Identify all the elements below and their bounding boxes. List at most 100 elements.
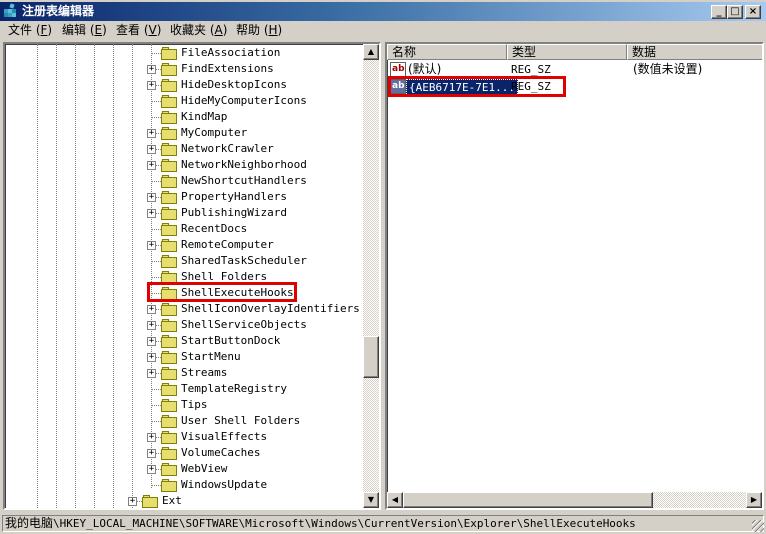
folder-icon [161, 159, 177, 172]
minimize-button[interactable]: _ [711, 5, 727, 19]
expand-icon[interactable]: + [147, 433, 156, 442]
expand-icon[interactable]: + [147, 305, 156, 314]
tree-item-label: FindExtensions [181, 62, 274, 75]
tree-item-label: SharedTaskScheduler [181, 254, 307, 267]
menu-bar: 文件 (F) 编辑 (E) 查看 (V) 收藏夹 (A) 帮助 (H) [0, 21, 766, 40]
tree-item[interactable]: + NetworkNeighborhood [5, 157, 363, 173]
menu-view[interactable]: 查看 (V) [116, 23, 161, 38]
menu-edit-label: 编辑 [62, 23, 87, 37]
title-bar[interactable]: 注册表编辑器 _ □ × [0, 0, 766, 21]
tree-vertical-scrollbar[interactable]: ▲ ▼ [363, 44, 379, 508]
column-data-header[interactable]: 数据 [627, 44, 762, 60]
expand-icon[interactable]: + [147, 145, 156, 154]
tree-connector [151, 485, 161, 486]
scroll-up-button[interactable]: ▲ [363, 44, 379, 60]
tree-item[interactable]: + Streams [5, 365, 363, 381]
tree-item[interactable]: + VolumeCaches [5, 445, 363, 461]
column-name-header[interactable]: 名称 [387, 44, 507, 60]
tree-item[interactable]: User Shell Folders [5, 413, 363, 429]
menu-favorites[interactable]: 收藏夹 (A) [170, 23, 227, 38]
scroll-right-button[interactable]: ▶ [746, 492, 762, 508]
tree-item[interactable]: RecentDocs [5, 221, 363, 237]
menu-help-accel: H [268, 23, 278, 37]
tree-item[interactable]: SharedTaskScheduler [5, 253, 363, 269]
tree-item[interactable]: NewShortcutHandlers [5, 173, 363, 189]
tree-item[interactable]: Tips [5, 397, 363, 413]
tree-item[interactable]: + PropertyHandlers [5, 189, 363, 205]
expand-icon[interactable]: + [147, 241, 156, 250]
menu-help[interactable]: 帮助 (H) [236, 23, 282, 38]
tree-item[interactable]: + StartButtonDock [5, 333, 363, 349]
tree-connector [151, 405, 161, 406]
tree-item[interactable]: + PublishingWizard [5, 205, 363, 221]
folder-icon [161, 415, 177, 428]
expand-icon[interactable]: + [147, 465, 156, 474]
tree-item-label: User Shell Folders [181, 414, 301, 427]
tree-connector [151, 53, 161, 54]
expand-icon[interactable]: + [128, 497, 137, 506]
folder-icon [161, 175, 177, 188]
menu-edit[interactable]: 编辑 (E) [62, 23, 107, 38]
scroll-thumb[interactable] [403, 492, 653, 508]
tree-item[interactable]: + StartMenu [5, 349, 363, 365]
close-button[interactable]: × [745, 5, 761, 19]
folder-icon [161, 367, 177, 380]
tree-item[interactable]: TemplateRegistry [5, 381, 363, 397]
column-type-header[interactable]: 类型 [507, 44, 627, 60]
scroll-down-button[interactable]: ▼ [363, 492, 379, 508]
expand-icon[interactable]: + [147, 209, 156, 218]
folder-icon [161, 351, 177, 364]
folder-icon [142, 495, 158, 508]
tree-item[interactable]: + MyComputer [5, 125, 363, 141]
tree-item[interactable]: FileAssociation [5, 45, 363, 61]
expand-icon[interactable]: + [147, 161, 156, 170]
tree-item[interactable]: + ShellServiceObjects [5, 317, 363, 333]
folder-icon [161, 111, 177, 124]
tree-item-label: VolumeCaches [181, 446, 261, 459]
tree-item[interactable]: + VisualEffects [5, 429, 363, 445]
folder-icon [161, 127, 177, 140]
tree-item-label: Ext [162, 494, 182, 507]
expand-icon[interactable]: + [147, 449, 156, 458]
menu-file-accel: F [40, 23, 48, 37]
expand-icon[interactable]: + [147, 65, 156, 74]
tree-item[interactable]: KindMap [5, 109, 363, 125]
folder-icon [161, 399, 177, 412]
tree-item-label: NetworkCrawler [181, 142, 274, 155]
status-path: 我的电脑\HKEY_LOCAL_MACHINE\SOFTWARE\Microso… [2, 515, 764, 532]
folder-icon [161, 223, 177, 236]
menu-file[interactable]: 文件 (F) [8, 23, 52, 38]
maximize-button[interactable]: □ [727, 5, 743, 19]
registry-tree[interactable]: FileAssociation + FindExtensions + HideDeskt… [3, 42, 381, 510]
expand-icon[interactable]: + [147, 193, 156, 202]
tree-connector [151, 117, 161, 118]
menu-view-label: 查看 [116, 23, 141, 37]
tree-item-ext[interactable]: + Ext [5, 493, 363, 508]
scroll-left-button[interactable]: ◀ [387, 492, 403, 508]
expand-icon[interactable]: + [147, 321, 156, 330]
tree-item[interactable]: + ShellIconOverlayIdentifiers [5, 301, 363, 317]
tree-item-label: ShellIconOverlayIdentifiers [181, 302, 360, 315]
tree-item[interactable]: + HideDesktopIcons [5, 77, 363, 93]
tree-item[interactable]: + WebView [5, 461, 363, 477]
tree-item[interactable]: + FindExtensions [5, 61, 363, 77]
folder-icon [161, 479, 177, 492]
tree-item[interactable]: HideMyComputerIcons [5, 93, 363, 109]
tree-item[interactable]: + NetworkCrawler [5, 141, 363, 157]
expand-icon[interactable]: + [147, 353, 156, 362]
menu-edit-accel: E [94, 23, 103, 37]
values-list[interactable]: 名称 类型 数据 ab (默认) REG_SZ (数值未设置) ab {AEB6… [385, 42, 764, 510]
resize-grip[interactable] [752, 520, 764, 532]
expand-icon[interactable]: + [147, 337, 156, 346]
expand-icon[interactable]: + [147, 129, 156, 138]
tree-item[interactable]: + RemoteComputer [5, 237, 363, 253]
tree-item-label: FileAssociation [181, 46, 281, 59]
tree-item[interactable]: WindowsUpdate [5, 477, 363, 493]
scroll-thumb[interactable] [363, 336, 379, 378]
list-horizontal-scrollbar[interactable]: ◀ ▶ [387, 492, 762, 508]
folder-icon [161, 383, 177, 396]
expand-icon[interactable]: + [147, 369, 156, 378]
string-value-icon: ab [390, 62, 406, 77]
expand-icon[interactable]: + [147, 81, 156, 90]
folder-icon [161, 143, 177, 156]
